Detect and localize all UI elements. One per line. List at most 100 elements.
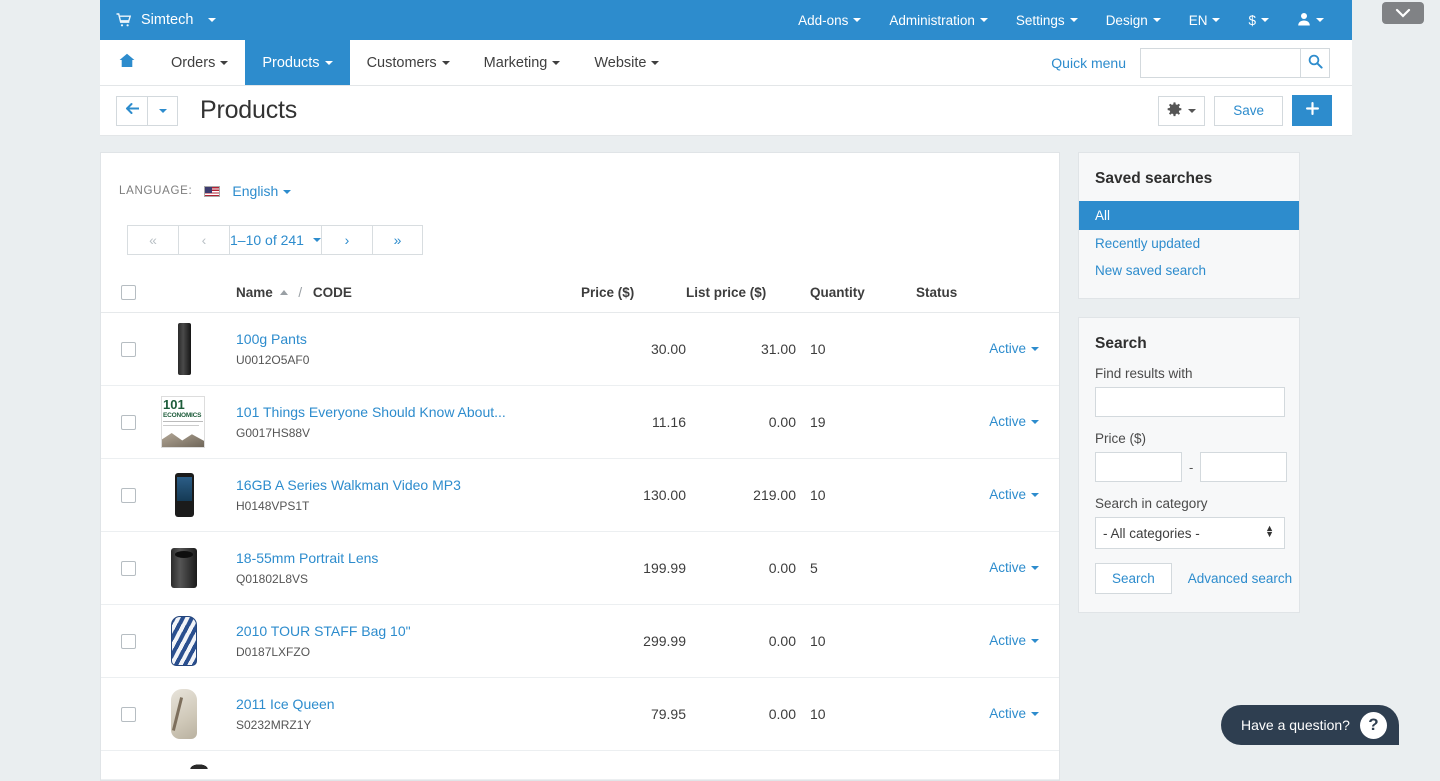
caret-down-icon xyxy=(1031,712,1039,717)
product-list-price xyxy=(686,750,796,780)
back-button[interactable] xyxy=(116,95,148,126)
select-all-checkbox[interactable] xyxy=(121,285,136,300)
product-thumbnail-walkman[interactable] xyxy=(161,469,207,521)
status-dropdown[interactable]: Active xyxy=(989,706,1039,721)
table-row[interactable] xyxy=(101,750,1059,780)
status-dropdown[interactable]: Active xyxy=(989,633,1039,648)
table-row[interactable]: 101 ECONOMICS 101 Things Everyone Should … xyxy=(101,385,1059,459)
row-checkbox[interactable] xyxy=(121,560,136,576)
pagination-last[interactable]: » xyxy=(371,225,423,255)
status-dropdown[interactable]: Active xyxy=(989,341,1039,356)
nav-item-website[interactable]: Website xyxy=(577,40,676,85)
save-button[interactable]: Save xyxy=(1214,95,1283,126)
row-status-cell: Active xyxy=(916,385,1059,459)
table-row[interactable]: 16GB A Series Walkman Video MP3 H0148VPS… xyxy=(101,458,1059,532)
right-sidebar: Saved searches All Recently updated New … xyxy=(1078,152,1300,781)
product-list-price: 0.00 xyxy=(686,677,796,751)
price-from-input[interactable] xyxy=(1095,452,1182,482)
back-button-group xyxy=(116,95,178,126)
gear-icon xyxy=(1167,101,1182,120)
row-select-cell xyxy=(101,604,161,678)
pagination-range-dropdown[interactable]: 1–10 of 241 xyxy=(229,225,321,255)
caret-down-icon xyxy=(1031,639,1039,644)
topbar-menu-design[interactable]: Design xyxy=(1092,13,1175,28)
row-checkbox[interactable] xyxy=(121,706,136,722)
product-thumbnail-golf-bag[interactable] xyxy=(161,615,207,667)
table-row[interactable]: 2011 Ice Queen S0232MRZ1Y 79.95 0.00 10 … xyxy=(101,677,1059,751)
settings-dropdown-button[interactable] xyxy=(1158,95,1206,126)
status-dropdown[interactable]: Active xyxy=(989,487,1039,502)
product-name-link[interactable]: 16GB A Series Walkman Video MP3 xyxy=(236,477,581,493)
window-collapse-button[interactable] xyxy=(1382,2,1424,24)
global-search-input[interactable] xyxy=(1140,47,1300,78)
status-dropdown[interactable]: Active xyxy=(989,560,1039,575)
topbar-menu-language[interactable]: EN xyxy=(1175,13,1235,28)
nav-item-orders[interactable]: Orders xyxy=(154,40,245,85)
product-name-link[interactable]: 2010 TOUR STAFF Bag 10" xyxy=(236,623,581,639)
header-status[interactable]: Status xyxy=(916,277,1059,313)
header-price[interactable]: Price ($) xyxy=(581,277,686,313)
caret-down-icon xyxy=(1188,108,1197,113)
product-thumbnail-lens[interactable] xyxy=(161,542,207,594)
products-table: Name / CODE Price ($) List price ($) Qua… xyxy=(101,277,1059,780)
shopping-cart-icon xyxy=(116,13,131,27)
product-thumbnail-ice-queen[interactable] xyxy=(161,688,207,740)
pagination-prev[interactable]: ‹ xyxy=(178,225,229,255)
product-code: S0232MRZ1Y xyxy=(236,718,312,732)
back-dropdown-button[interactable] xyxy=(148,95,178,126)
product-price: 130.00 xyxy=(581,458,686,532)
products-table-head: Name / CODE Price ($) List price ($) Qua… xyxy=(101,277,1059,313)
topbar-menu-settings[interactable]: Settings xyxy=(1002,13,1092,28)
topbar-menu-currency[interactable]: $ xyxy=(1234,13,1283,28)
search-panel-body: Find results with Price ($) - Search in … xyxy=(1079,366,1299,612)
quick-menu-link[interactable]: Quick menu xyxy=(1051,55,1126,71)
language-selector-row: LANGUAGE: English xyxy=(101,153,1059,199)
advanced-search-link[interactable]: Advanced search xyxy=(1188,571,1292,586)
topbar-menu-administration[interactable]: Administration xyxy=(875,13,1002,28)
table-row[interactable]: 100g Pants U0012O5AF0 30.00 31.00 10 Act… xyxy=(101,312,1059,386)
product-name-link[interactable]: 101 Things Everyone Should Know About... xyxy=(236,404,581,420)
row-name-cell: 100g Pants U0012O5AF0 xyxy=(236,312,581,386)
product-thumbnail-pants[interactable] xyxy=(161,323,207,375)
search-submit-button[interactable]: Search xyxy=(1095,563,1172,594)
table-row[interactable]: 2010 TOUR STAFF Bag 10" D0187LXFZO 299.9… xyxy=(101,604,1059,678)
brand-menu[interactable]: Simtech xyxy=(116,12,217,28)
price-to-input[interactable] xyxy=(1200,452,1288,482)
row-checkbox[interactable] xyxy=(121,414,136,430)
category-select[interactable]: - All categories - xyxy=(1095,517,1285,549)
nav-item-marketing[interactable]: Marketing xyxy=(467,40,578,85)
product-code: U0012O5AF0 xyxy=(236,353,310,367)
product-thumbnail-book[interactable]: 101 ECONOMICS xyxy=(161,396,207,448)
product-name-link[interactable]: 100g Pants xyxy=(236,331,581,347)
language-dropdown[interactable]: English xyxy=(232,183,292,199)
pagination-next[interactable]: › xyxy=(320,225,372,255)
row-checkbox[interactable] xyxy=(121,341,136,357)
nav-item-customers[interactable]: Customers xyxy=(350,40,467,85)
user-icon xyxy=(1297,12,1311,29)
nav-item-home[interactable] xyxy=(100,40,154,85)
saved-search-item-recently-updated[interactable]: Recently updated xyxy=(1079,230,1299,257)
row-status-cell: Active xyxy=(916,458,1059,532)
product-name-link[interactable]: 18-55mm Portrait Lens xyxy=(236,550,581,566)
status-dropdown[interactable]: Active xyxy=(989,414,1039,429)
product-name-link[interactable]: 2011 Ice Queen xyxy=(236,696,581,712)
header-quantity[interactable]: Quantity xyxy=(796,277,916,313)
nav-item-products[interactable]: Products xyxy=(245,40,350,85)
pagination-first[interactable]: « xyxy=(127,225,178,255)
product-price xyxy=(581,750,686,780)
add-product-button[interactable] xyxy=(1292,95,1332,126)
caret-down-icon xyxy=(1031,420,1039,425)
saved-search-item-all[interactable]: All xyxy=(1079,201,1299,230)
help-widget[interactable]: Have a question? ? xyxy=(1221,705,1399,745)
product-list-price: 0.00 xyxy=(686,385,796,459)
topbar-menu-account[interactable] xyxy=(1283,12,1338,29)
topbar-menu-addons[interactable]: Add-ons xyxy=(784,13,875,28)
saved-search-item-new[interactable]: New saved search xyxy=(1079,257,1299,284)
row-checkbox[interactable] xyxy=(121,487,136,503)
global-search-button[interactable] xyxy=(1300,47,1330,78)
header-list-price[interactable]: List price ($) xyxy=(686,277,796,313)
row-checkbox[interactable] xyxy=(121,633,136,649)
find-results-input[interactable] xyxy=(1095,387,1285,417)
header-name-code[interactable]: Name / CODE xyxy=(236,277,581,313)
table-row[interactable]: 18-55mm Portrait Lens Q01802L8VS 199.99 … xyxy=(101,531,1059,605)
